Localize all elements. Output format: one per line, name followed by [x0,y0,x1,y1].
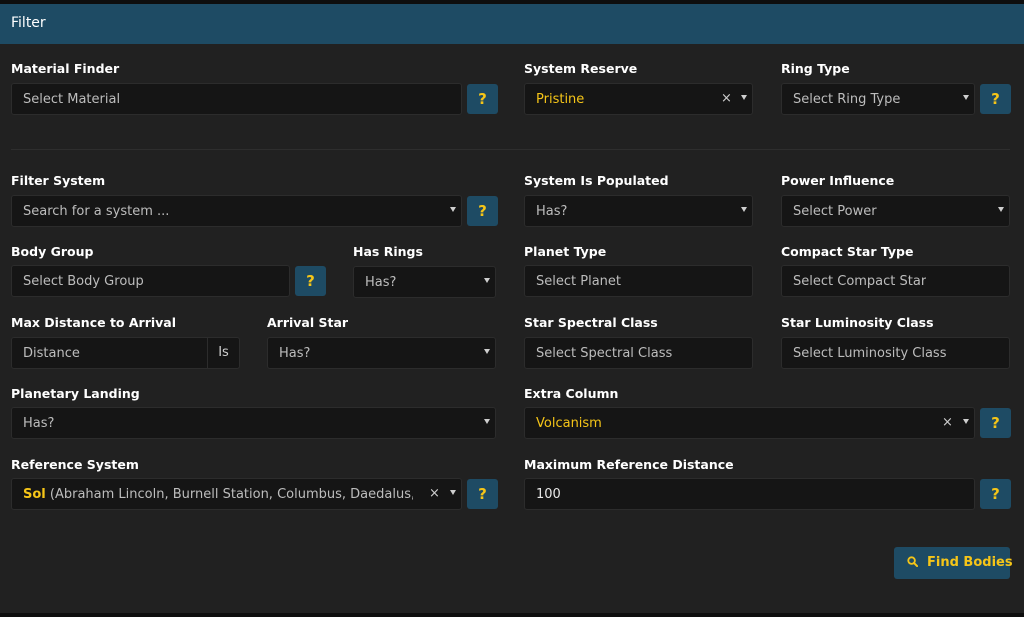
chevron-down-icon[interactable] [450,490,456,495]
ring-type-label: Ring Type [781,61,850,76]
system-reserve-clear-icon[interactable]: × [721,91,732,106]
material-finder-label: Material Finder [11,61,120,76]
material-finder-placeholder: Select Material [23,92,121,107]
max-distance-input[interactable]: Distance [11,337,208,369]
reference-system-select[interactable]: Sol (Abraham Lincoln, Burnell Station, C… [11,478,462,510]
power-influence-placeholder: Select Power [793,204,877,219]
compact-star-type-placeholder: Select Compact Star [793,274,927,289]
filter-system-search[interactable]: Search for a system ... [11,195,462,227]
reference-system-detail: (Abraham Lincoln, Burnell Station, Colum… [45,487,413,502]
system-reserve-value: Pristine [536,92,585,107]
ring-type-help-button[interactable]: ? [980,84,1011,114]
arrival-star-value: Has? [279,346,311,361]
body-group-select[interactable]: Select Body Group [11,265,290,297]
system-populated-label: System Is Populated [524,173,669,188]
star-spectral-class-label: Star Spectral Class [524,315,658,330]
search-icon [907,556,918,567]
max-reference-distance-help-button[interactable]: ? [980,479,1011,509]
reference-system-help-button[interactable]: ? [467,479,498,509]
planetary-landing-select[interactable]: Has? [11,407,496,439]
chevron-down-icon[interactable] [484,349,490,354]
filter-system-help-button[interactable]: ? [467,196,498,226]
planetary-landing-label: Planetary Landing [11,386,140,401]
star-luminosity-class-select[interactable]: Select Luminosity Class [781,337,1010,369]
compact-star-type-label: Compact Star Type [781,244,914,259]
compact-star-type-select[interactable]: Select Compact Star [781,265,1010,297]
has-rings-value: Has? [365,275,397,290]
body-group-help-button[interactable]: ? [295,266,326,296]
extra-column-value: Volcanism [536,416,602,431]
has-rings-select[interactable]: Has? [353,266,496,298]
body-group-label: Body Group [11,244,94,259]
star-luminosity-class-label: Star Luminosity Class [781,315,934,330]
find-bodies-button[interactable]: Find Bodies [894,547,1013,579]
material-finder-help-button[interactable]: ? [467,84,498,114]
extra-column-help-button[interactable]: ? [980,408,1011,438]
extra-column-select[interactable]: Volcanism × [524,407,975,439]
reference-system-name: Sol [23,487,46,502]
system-populated-select[interactable]: Has? [524,195,753,227]
max-distance-operator[interactable]: Is [207,337,240,369]
reference-system-value: Sol (Abraham Lincoln, Burnell Station, C… [23,487,413,502]
power-influence-select[interactable]: Select Power [781,195,1010,227]
material-finder-select[interactable]: Select Material [11,83,462,115]
chevron-down-icon[interactable] [963,419,969,424]
filter-system-placeholder: Search for a system ... [23,204,170,219]
extra-column-clear-icon[interactable]: × [942,415,953,430]
chevron-down-icon[interactable] [963,95,969,100]
ring-type-placeholder: Select Ring Type [793,92,901,107]
has-rings-label: Has Rings [353,244,423,259]
arrival-star-label: Arrival Star [267,315,349,330]
planet-type-label: Planet Type [524,244,607,259]
star-luminosity-class-placeholder: Select Luminosity Class [793,346,947,361]
chevron-down-icon[interactable] [484,419,490,424]
star-spectral-class-select[interactable]: Select Spectral Class [524,337,753,369]
bottom-bar [0,613,1024,617]
extra-column-label: Extra Column [524,386,619,401]
filter-panel: Filter Material Finder Select Material ?… [0,4,1024,613]
arrival-star-select[interactable]: Has? [267,337,496,369]
max-reference-distance-input[interactable]: 100 [524,478,975,510]
planetary-landing-value: Has? [23,416,55,431]
panel-header: Filter [0,4,1024,44]
reference-system-clear-icon[interactable]: × [429,486,440,501]
section-divider [11,149,1010,150]
max-distance-placeholder: Distance [23,346,80,361]
chevron-down-icon[interactable] [741,95,747,100]
max-distance-label: Max Distance to Arrival [11,315,177,330]
find-bodies-label: Find Bodies [927,555,1013,570]
panel-title: Filter [11,15,46,31]
power-influence-label: Power Influence [781,173,895,188]
chevron-down-icon[interactable] [484,278,490,283]
chevron-down-icon[interactable] [998,207,1004,212]
chevron-down-icon[interactable] [741,207,747,212]
max-reference-distance-label: Maximum Reference Distance [524,457,734,472]
filter-system-label: Filter System [11,173,106,188]
chevron-down-icon[interactable] [450,207,456,212]
system-reserve-select[interactable]: Pristine × [524,83,753,115]
reference-system-label: Reference System [11,457,139,472]
planet-type-select[interactable]: Select Planet [524,265,753,297]
system-reserve-label: System Reserve [524,61,638,76]
body-group-placeholder: Select Body Group [23,274,144,289]
max-reference-distance-value: 100 [536,487,561,502]
ring-type-select[interactable]: Select Ring Type [781,83,975,115]
star-spectral-class-placeholder: Select Spectral Class [536,346,673,361]
planet-type-placeholder: Select Planet [536,274,621,289]
system-populated-value: Has? [536,204,568,219]
